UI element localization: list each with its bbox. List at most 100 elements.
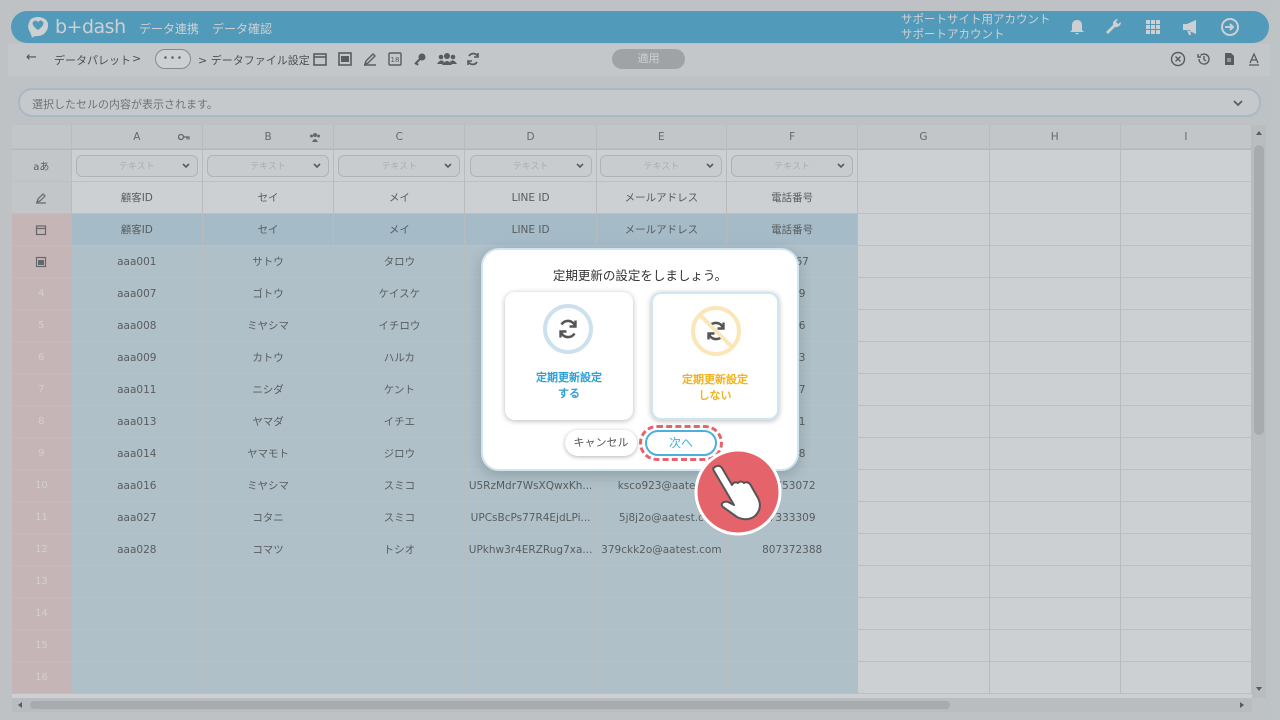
- empty-cell[interactable]: [1120, 630, 1252, 662]
- data-cell[interactable]: [202, 630, 335, 662]
- logout-icon[interactable]: [1219, 16, 1241, 38]
- data-cell[interactable]: [334, 598, 466, 630]
- chevron-down-icon[interactable]: [1231, 96, 1245, 110]
- font-icon[interactable]: [1246, 51, 1262, 67]
- file-icon[interactable]: [1221, 51, 1237, 67]
- data-cell[interactable]: ゴトウ: [202, 278, 335, 310]
- empty-cell[interactable]: [1120, 342, 1252, 374]
- empty-cell[interactable]: [858, 566, 990, 598]
- empty-cell[interactable]: [858, 470, 990, 502]
- data-cell[interactable]: [596, 662, 727, 694]
- data-cell[interactable]: [334, 630, 466, 662]
- label-cell[interactable]: メイ: [334, 182, 466, 214]
- row-number[interactable]: 12: [12, 534, 72, 566]
- data-cell[interactable]: [596, 598, 727, 630]
- empty-cell[interactable]: [858, 438, 990, 470]
- column-header-e[interactable]: E: [596, 125, 727, 149]
- scroll-right-icon[interactable]: [1238, 701, 1246, 709]
- data-cell[interactable]: [596, 630, 727, 662]
- data-cell[interactable]: [465, 630, 597, 662]
- data-cell[interactable]: [71, 598, 203, 630]
- row-number[interactable]: 4: [12, 278, 72, 310]
- data-cell[interactable]: ミヤシマ: [202, 470, 335, 502]
- column-header-g[interactable]: G: [858, 125, 990, 149]
- type-select-c[interactable]: テキスト: [338, 154, 461, 177]
- corner-cell[interactable]: [12, 125, 72, 149]
- data-cell[interactable]: aaa014: [71, 438, 203, 470]
- calendar-icon[interactable]: [312, 51, 328, 67]
- horizontal-scrollbar[interactable]: [12, 698, 1252, 712]
- type-select-a[interactable]: テキスト: [75, 154, 198, 177]
- empty-cell[interactable]: [989, 182, 1121, 214]
- label-cell[interactable]: メールアドレス: [596, 182, 727, 214]
- data-cell[interactable]: 379ckk2o@aatest.com: [596, 534, 727, 566]
- row-number[interactable]: 7: [12, 374, 72, 406]
- empty-cell[interactable]: [858, 662, 990, 694]
- type-cell[interactable]: テキスト: [202, 150, 335, 182]
- empty-cell[interactable]: [989, 310, 1121, 342]
- label-cell[interactable]: LINE ID: [465, 182, 597, 214]
- scroll-up-icon[interactable]: [1255, 129, 1263, 137]
- column-header-b[interactable]: B: [202, 125, 335, 149]
- empty-cell[interactable]: [1120, 598, 1252, 630]
- label-cell[interactable]: 顧客ID: [71, 182, 203, 214]
- column-header-h[interactable]: H: [989, 125, 1121, 149]
- empty-cell[interactable]: [989, 214, 1121, 246]
- label-cell[interactable]: セイ: [202, 182, 335, 214]
- nav-data-check[interactable]: データ確認: [212, 20, 272, 37]
- type-select-b[interactable]: テキスト: [207, 154, 330, 177]
- row-number[interactable]: 13: [12, 566, 72, 598]
- empty-cell[interactable]: [858, 310, 990, 342]
- history-icon[interactable]: [1196, 51, 1212, 67]
- header-cell[interactable]: LINE ID: [465, 214, 597, 246]
- data-cell[interactable]: U5RzMdr7WsXQwxKh...: [465, 470, 597, 502]
- data-cell[interactable]: aaa028: [71, 534, 203, 566]
- option-enable-periodic-update[interactable]: 定期更新設定 する: [505, 292, 633, 420]
- number-icon[interactable]: 18: [387, 51, 403, 67]
- row-number[interactable]: [12, 246, 72, 278]
- type-select-e[interactable]: テキスト: [600, 154, 723, 177]
- data-cell[interactable]: [202, 566, 335, 598]
- data-cell[interactable]: ケント: [334, 374, 466, 406]
- empty-cell[interactable]: [858, 278, 990, 310]
- logo[interactable]: b+dash: [25, 14, 126, 40]
- empty-cell[interactable]: [858, 598, 990, 630]
- type-cell[interactable]: テキスト: [465, 150, 597, 182]
- row-number[interactable]: 6: [12, 342, 72, 374]
- empty-cell[interactable]: [858, 342, 990, 374]
- data-cell[interactable]: イチロウ: [334, 310, 466, 342]
- empty-cell[interactable]: [858, 502, 990, 534]
- type-cell[interactable]: テキスト: [596, 150, 727, 182]
- breadcrumb-ellipsis-button[interactable]: ･･･: [155, 49, 191, 69]
- empty-cell[interactable]: [1120, 470, 1252, 502]
- data-cell[interactable]: aaa013: [71, 406, 203, 438]
- empty-cell[interactable]: [858, 406, 990, 438]
- horizontal-scroll-thumb[interactable]: [30, 701, 950, 709]
- type-cell[interactable]: テキスト: [71, 150, 203, 182]
- data-cell[interactable]: aaa027: [71, 502, 203, 534]
- scroll-down-icon[interactable]: [1255, 685, 1263, 693]
- type-select-d[interactable]: テキスト: [469, 154, 592, 177]
- type-cell[interactable]: テキスト: [334, 150, 466, 182]
- data-cell[interactable]: タロウ: [334, 246, 466, 278]
- data-cell[interactable]: [727, 598, 859, 630]
- column-header-c[interactable]: C: [334, 125, 466, 149]
- data-cell[interactable]: スミコ: [334, 470, 466, 502]
- data-cell[interactable]: ジロウ: [334, 438, 466, 470]
- empty-cell[interactable]: [1120, 278, 1252, 310]
- header-cell[interactable]: 電話番号: [727, 214, 859, 246]
- data-cell[interactable]: aaa011: [71, 374, 203, 406]
- data-cell[interactable]: aaa007: [71, 278, 203, 310]
- users-icon[interactable]: [437, 51, 457, 67]
- data-cell[interactable]: ヤマダ: [202, 406, 335, 438]
- empty-cell[interactable]: [1120, 566, 1252, 598]
- empty-cell[interactable]: [1120, 662, 1252, 694]
- column-header-d[interactable]: D: [465, 125, 597, 149]
- edit-icon[interactable]: [362, 51, 378, 67]
- data-cell[interactable]: 807372388: [727, 534, 859, 566]
- row-number[interactable]: 15: [12, 630, 72, 662]
- empty-cell[interactable]: [858, 150, 990, 182]
- data-cell[interactable]: ヤマモト: [202, 438, 335, 470]
- key-icon[interactable]: [412, 51, 428, 67]
- data-cell[interactable]: イチエ: [334, 406, 466, 438]
